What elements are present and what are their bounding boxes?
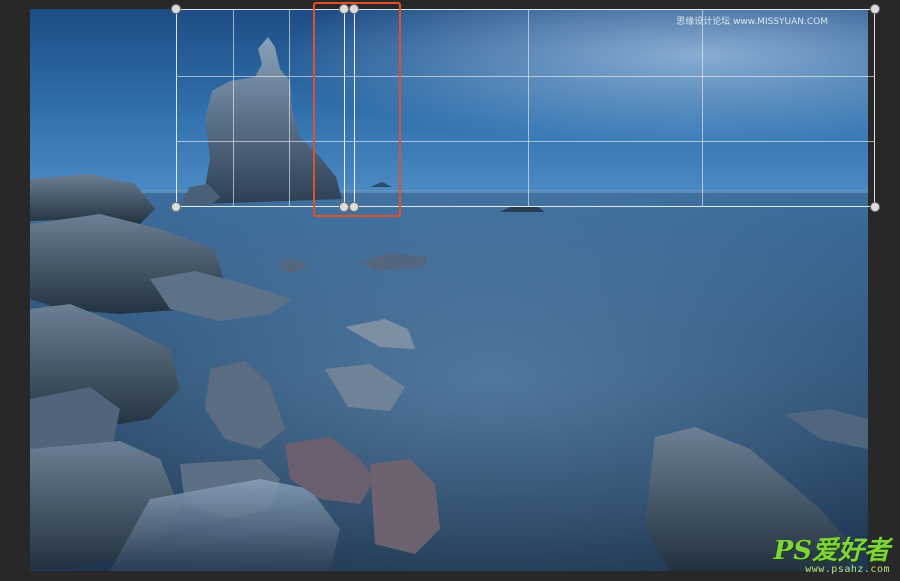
crop-handle-bottom-right[interactable]	[870, 202, 880, 212]
site-logo-watermark: PS爱好者 www.psahz.com	[774, 538, 890, 575]
crop-frame[interactable]	[176, 9, 875, 207]
crop-handle-top-left[interactable]	[171, 4, 181, 14]
thirds-gridline	[289, 10, 290, 206]
thirds-gridline	[233, 10, 234, 206]
logo-url: www.psahz.com	[805, 564, 890, 575]
crop-handle-top-right[interactable]	[870, 4, 880, 14]
thirds-gridline	[177, 76, 874, 77]
crop-handle-bottom-left[interactable]	[171, 202, 181, 212]
photoshop-canvas[interactable]: 思缘设计论坛 www.MISSYUAN.COM PS爱好者 www.psahz.…	[0, 0, 900, 581]
thirds-gridline	[528, 10, 529, 206]
thirds-gridline	[177, 141, 874, 142]
logo-text: PS爱好者	[773, 536, 890, 566]
thirds-gridline	[702, 10, 703, 206]
annotation-highlight-box	[313, 2, 401, 217]
